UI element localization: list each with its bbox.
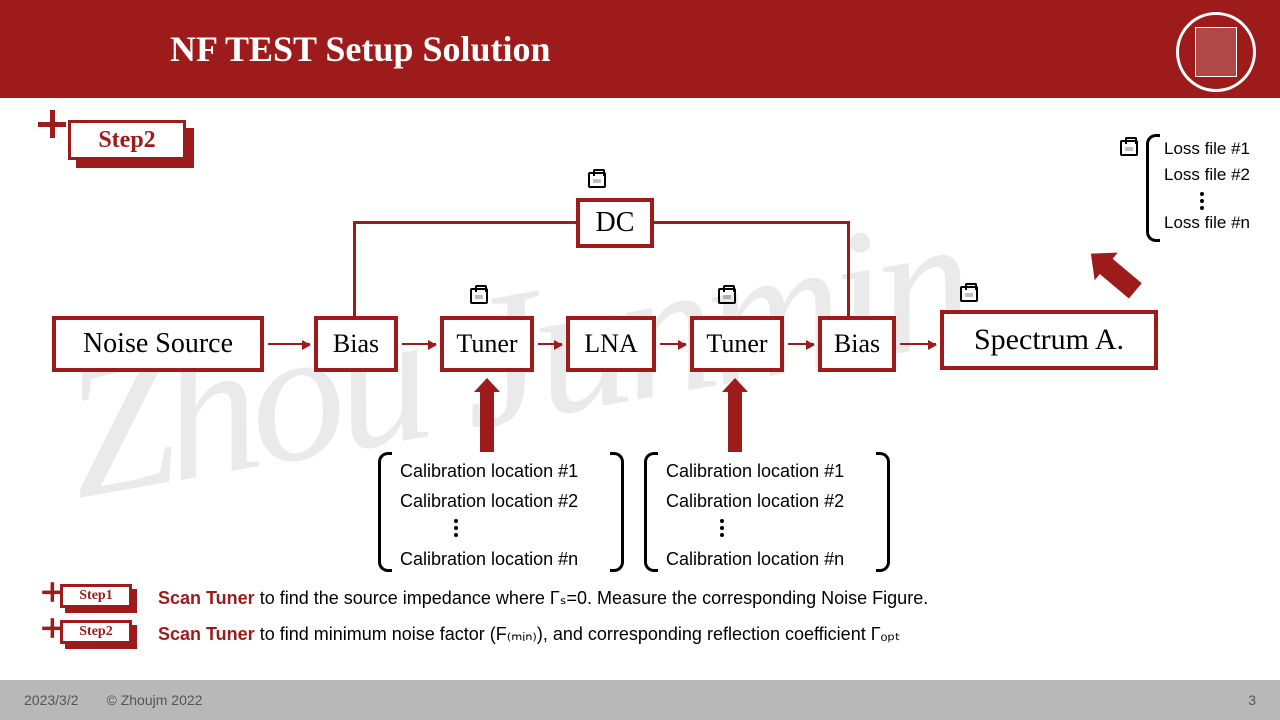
wire [847, 221, 850, 319]
university-logo [1176, 12, 1256, 92]
step1-text: Scan Tuner to find the source impedance … [158, 588, 928, 609]
block-bias-1: Bias [314, 316, 398, 372]
wire [654, 221, 850, 224]
arrow-right-icon [900, 343, 936, 345]
block-dc: DC [576, 198, 654, 248]
block-tuner-2: Tuner [690, 316, 784, 372]
arrow-right-icon [788, 343, 814, 345]
calibration-list-1: Calibration location #1 Calibration loca… [400, 456, 578, 574]
slide-content: Zhou Junmin Step2 DC Noise Source Bias T… [0, 98, 1280, 680]
slide-footer: 2023/3/2 © Zhoujm 2022 3 [0, 680, 1280, 720]
block-bias-2: Bias [818, 316, 896, 372]
bracket-right-icon [610, 452, 624, 572]
slide-title: NF TEST Setup Solution [170, 28, 551, 70]
arrow-right-icon [402, 343, 436, 345]
loss-file-list: Loss file #1 Loss file #2 Loss file #n [1164, 136, 1250, 236]
block-noise-source: Noise Source [52, 316, 264, 372]
thick-arrow-icon [728, 392, 742, 452]
save-icon [960, 286, 978, 302]
page-number: 3 [1248, 692, 1256, 708]
block-tuner-1: Tuner [440, 316, 534, 372]
save-icon [1120, 140, 1138, 156]
block-spectrum: Spectrum A. [940, 310, 1158, 370]
thick-arrow-icon [480, 392, 494, 452]
plus-icon [42, 618, 62, 638]
bracket-left-icon [644, 452, 658, 572]
vdots-icon [1200, 192, 1204, 210]
arrow-right-icon [660, 343, 686, 345]
bracket-left-icon [1146, 134, 1160, 242]
slide-header: NF TEST Setup Solution [0, 0, 1280, 98]
bracket-right-icon [876, 452, 890, 572]
block-lna: LNA [566, 316, 656, 372]
arrow-right-icon [538, 343, 562, 345]
arrow-right-icon [268, 343, 310, 345]
wire [353, 221, 356, 319]
wire [353, 221, 576, 224]
plus-icon [38, 110, 66, 138]
footer-copyright: © Zhoujm 2022 [107, 692, 203, 708]
bracket-left-icon [378, 452, 392, 572]
big-arrow-icon [1098, 257, 1141, 298]
vdots-icon [454, 519, 458, 537]
vdots-icon [720, 519, 724, 537]
save-icon [470, 288, 488, 304]
plus-icon [42, 582, 62, 602]
footer-date: 2023/3/2 [24, 692, 79, 708]
save-icon [718, 288, 736, 304]
calibration-list-2: Calibration location #1 Calibration loca… [666, 456, 844, 574]
step2-text: Scan Tuner to find minimum noise factor … [158, 624, 900, 645]
save-icon [588, 172, 606, 188]
